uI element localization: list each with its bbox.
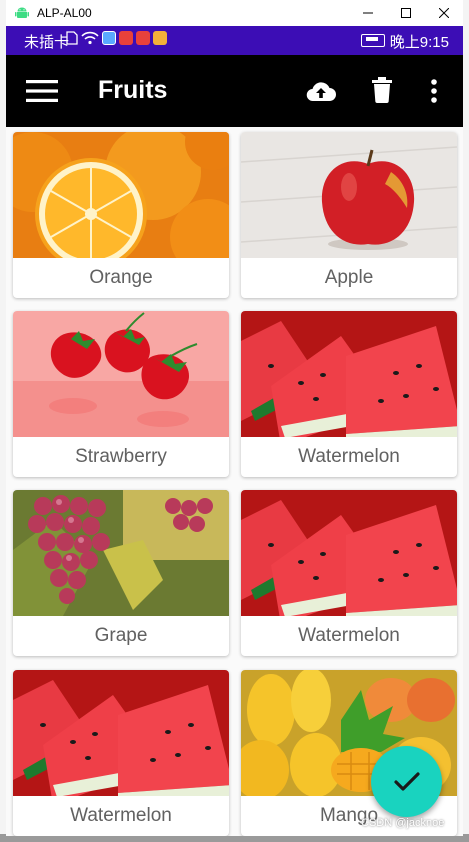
battery-icon	[361, 34, 385, 47]
watermark-text: CSDN @jacknoe	[361, 817, 445, 829]
maximize-button[interactable]	[387, 0, 425, 26]
maximize-icon	[401, 8, 411, 18]
status-bar: 未插卡 晚上9:15	[6, 26, 463, 55]
watermelon-image	[241, 490, 457, 616]
sim-icon	[66, 31, 78, 45]
fruit-grid: Orange Apple Strawberry Watermelon Grape…	[6, 127, 463, 836]
page-title: Fruits	[98, 76, 168, 104]
fruit-name: Grape	[94, 625, 148, 646]
fruit-card-strawberry[interactable]: Strawberry	[13, 311, 229, 477]
fruit-name: Orange	[89, 267, 153, 288]
orange-image	[13, 132, 229, 258]
fruit-name: Apple	[324, 267, 374, 288]
close-icon	[439, 8, 449, 18]
emulator-window: ALP-AL00 未插卡 晚上9:15 Fruits Orange Apple …	[6, 0, 463, 836]
check-icon	[393, 771, 420, 791]
weibo-icon	[153, 31, 167, 45]
ide-background-right	[463, 0, 469, 842]
confirm-fab-button[interactable]	[371, 746, 442, 817]
fruit-card-watermelon[interactable]: Watermelon	[13, 670, 229, 836]
watermelon-image	[13, 670, 229, 796]
more-vert-icon[interactable]	[430, 79, 438, 103]
strawberry-image	[13, 311, 229, 437]
minimize-icon	[363, 12, 373, 14]
fruit-card-watermelon[interactable]: Watermelon	[241, 311, 457, 477]
wifi-icon	[81, 31, 99, 45]
cloud-upload-icon[interactable]	[305, 79, 337, 103]
fruit-name: Watermelon	[298, 625, 400, 646]
fruit-card-orange[interactable]: Orange	[13, 132, 229, 298]
minimize-button[interactable]	[349, 0, 387, 26]
fruit-name: Watermelon	[70, 805, 172, 826]
fruit-name: Strawberry	[75, 446, 167, 467]
app-toolbar: Fruits	[6, 55, 463, 127]
message-notification-icon	[119, 31, 133, 45]
delete-icon[interactable]	[372, 77, 392, 103]
fruit-name: Watermelon	[298, 446, 400, 467]
fruit-card-apple[interactable]: Apple	[241, 132, 457, 298]
window-titlebar: ALP-AL00	[6, 0, 463, 26]
android-icon	[15, 7, 29, 18]
close-button[interactable]	[425, 0, 463, 26]
fruit-card-grape[interactable]: Grape	[13, 490, 229, 656]
window-title: ALP-AL00	[37, 6, 92, 20]
apple-image	[241, 132, 457, 258]
carrier-text: 未插卡	[24, 34, 70, 51]
grape-image	[13, 490, 229, 616]
app-notification-icon	[102, 31, 116, 45]
fruit-card-watermelon[interactable]: Watermelon	[241, 490, 457, 656]
app-notification-icon	[136, 31, 150, 45]
clock-text: 晚上9:15	[389, 34, 449, 51]
watermelon-image	[241, 311, 457, 437]
menu-icon[interactable]	[26, 79, 58, 103]
